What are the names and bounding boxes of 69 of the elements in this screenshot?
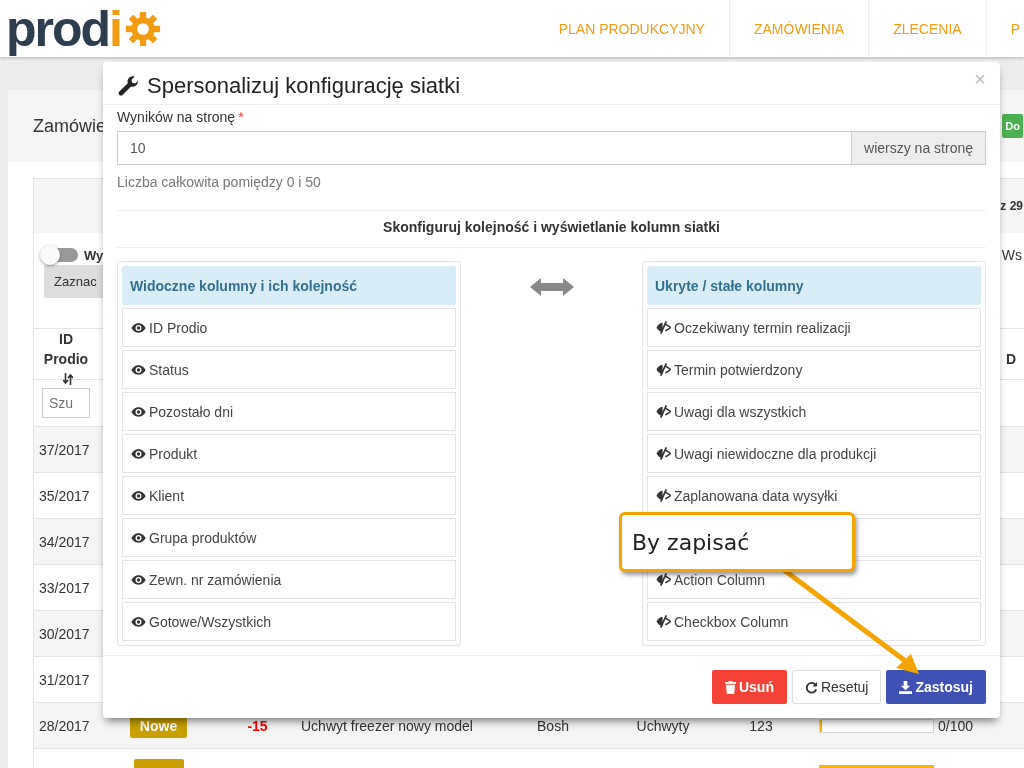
rows-per-page-field[interactable]: 10 (117, 131, 852, 165)
eye-slash-icon (656, 405, 671, 418)
table-cell: Uchwyty (636, 717, 690, 734)
eye-icon (131, 615, 146, 628)
table-cell-text: 33/2017 (38, 579, 91, 596)
delete-button[interactable]: Usuń (711, 670, 787, 704)
refresh-icon (804, 680, 818, 694)
column-list-item[interactable]: ID Prodio (122, 308, 456, 347)
column-list-item[interactable]: Oczekiwany termin realizacji (647, 308, 981, 347)
section-heading: Skonfiguruj kolejność i wyświetlanie kolumn siatki (382, 219, 721, 235)
logo[interactable]: prodi (6, 3, 161, 54)
table-cell-text: 34/2017 (38, 533, 91, 550)
column-list-item[interactable]: Produkt (122, 434, 456, 473)
table-cell: 123 (749, 717, 773, 734)
eye-slash-icon (656, 573, 671, 586)
logo-text: i (109, 3, 123, 54)
download-icon (899, 680, 913, 694)
reset-button[interactable]: Resetuj (791, 670, 882, 704)
page-title: Zamówie (33, 115, 107, 137)
eye-icon (131, 363, 146, 376)
logo-text: prod (6, 3, 110, 54)
dialog-title: Spersonalizuj konfigurację siatki (147, 73, 462, 99)
table-cell-text: 35/2017 (38, 487, 91, 504)
table-cell-text: 28/2017 (38, 717, 91, 734)
column-list-item[interactable]: Termin potwierdzony (647, 350, 981, 389)
field-label: Wyników na stronę (117, 109, 236, 125)
eye-icon (131, 531, 146, 544)
column-list-item[interactable]: Gotowe/Wszystkich (122, 602, 456, 641)
search-field[interactable]: Szu (42, 388, 90, 418)
eye-icon (131, 321, 146, 334)
required-mark: * (238, 109, 244, 125)
progress-text: 0/100 (938, 717, 974, 734)
table-cell: Uchwyt freezer nowy model (301, 717, 473, 734)
eye-slash-icon (656, 363, 671, 376)
columns-label[interactable]: Ws (1001, 247, 1022, 263)
table-cell-text: 37/2017 (38, 441, 91, 458)
eye-icon (131, 573, 146, 586)
column-list-item[interactable]: Uwagi niewidoczne dla produkcji (647, 434, 981, 473)
swap-arrow-icon (529, 277, 574, 297)
column-list-item[interactable]: Pozostało dni (122, 392, 456, 431)
column-list-item[interactable]: Checkbox Column (647, 602, 981, 641)
table-cell-text: 31/2017 (38, 671, 91, 688)
table-cell: Bosh (537, 717, 569, 734)
eye-icon (131, 405, 146, 418)
toggle-label: Wy (84, 247, 104, 263)
eye-slash-icon (656, 321, 671, 334)
eye-slash-icon (656, 447, 671, 460)
record-count: z 29 (1000, 199, 1023, 213)
gear-icon (125, 10, 161, 47)
wrench-icon (117, 74, 141, 98)
column-header[interactable]: ID Prodio (34, 329, 98, 389)
column-list-item[interactable]: Status (122, 350, 456, 389)
field-addon: wierszy na stronę (851, 131, 986, 165)
column-list-item[interactable]: Klient (122, 476, 456, 515)
column-list-item[interactable]: Zewn. nr zamówienia (122, 560, 456, 599)
eye-slash-icon (656, 489, 671, 502)
eye-icon (131, 447, 146, 460)
column-list-item[interactable]: Uwagi dla wszystkich (647, 392, 981, 431)
column-list-item[interactable]: Grupa produktów (122, 518, 456, 557)
table-cell: -15 (247, 717, 268, 734)
eye-icon (131, 489, 146, 502)
trash-icon (724, 680, 736, 694)
help-text: Liczba całkowita pomiędzy 0 i 50 (117, 174, 322, 190)
apply-button[interactable]: Zastosuj (886, 670, 986, 704)
panel-title: Widoczne kolumny i ich kolejność (122, 266, 456, 305)
hint-tooltip: By zapisać (619, 512, 855, 572)
panel-title: Ukryte / stałe kolumny (647, 266, 981, 305)
table-cell-text: 30/2017 (38, 625, 91, 642)
eye-slash-icon (656, 615, 671, 628)
